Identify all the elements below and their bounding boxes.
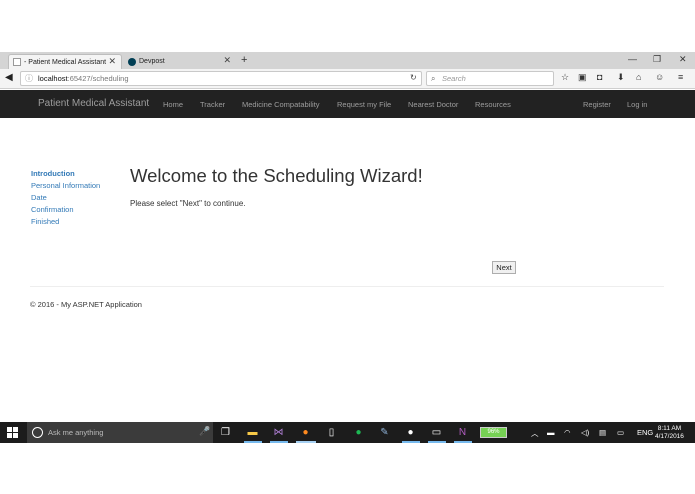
back-arrow-icon[interactable]: ◀ (5, 72, 13, 83)
close-icon[interactable]: ✕ (108, 56, 116, 67)
step-date[interactable]: Date (31, 192, 131, 204)
active-app-indicator (244, 441, 262, 443)
document-icon[interactable]: ▯ (325, 426, 338, 439)
footer-divider (30, 286, 664, 287)
step-confirmation[interactable]: Confirmation (31, 204, 131, 216)
cortana-placeholder: Ask me anything (48, 428, 104, 437)
active-app-indicator (428, 441, 446, 443)
wizard-steps: Introduction Personal Information Date C… (31, 168, 131, 228)
active-app-indicator (402, 441, 420, 443)
page-icon (13, 58, 21, 66)
menu-icon[interactable]: ≡ (678, 72, 683, 82)
chevron-up-icon[interactable]: ︿ (531, 428, 539, 439)
active-app-indicator (296, 441, 316, 443)
firefox-icon[interactable]: ● (299, 426, 312, 439)
nav-request-my-file[interactable]: Request my File (337, 100, 391, 109)
restore-icon[interactable]: ❐ (653, 54, 661, 65)
download-icon[interactable]: ⬇ (617, 72, 625, 83)
screen: - Patient Medical Assistant ✕ Devpost ✕ … (0, 0, 695, 494)
wifi-icon[interactable]: ◠ (564, 428, 571, 437)
clock-time: 8:11 AM (657, 425, 682, 432)
battery-meter[interactable]: 96% (480, 427, 507, 438)
home-icon[interactable]: ⌂ (636, 72, 641, 82)
tab-title: Devpost (139, 58, 165, 65)
wizard-instructions: Please select "Next" to continue. (130, 199, 246, 208)
nav-register[interactable]: Register (583, 100, 611, 109)
keyboard-icon[interactable]: ▭ (617, 428, 624, 437)
battery-icon[interactable]: ▬ (547, 428, 555, 437)
new-tab-button[interactable]: + (241, 54, 247, 66)
volume-icon[interactable]: ◁) (581, 428, 589, 437)
terminal-icon[interactable]: ▭ (430, 426, 443, 439)
devpost-icon (128, 57, 136, 66)
notification-icon[interactable]: ▤ (599, 428, 606, 437)
tab-patient-medical-assistant[interactable]: - Patient Medical Assistant ✕ (8, 54, 122, 69)
task-view-icon[interactable]: ❐ (219, 426, 232, 439)
reload-icon[interactable]: ↻ (410, 73, 417, 82)
url-bar[interactable]: ⓘ localhost:65427/scheduling (20, 71, 422, 86)
nav-tracker[interactable]: Tracker (200, 100, 225, 109)
tab-devpost[interactable]: Devpost ✕ (124, 54, 236, 69)
footer-copyright: © 2016 - My ASP.NET Application (30, 300, 142, 309)
url-path: :65427/scheduling (67, 74, 129, 83)
nav-home[interactable]: Home (163, 100, 183, 109)
github-icon[interactable]: ● (404, 426, 417, 439)
nav-nearest-doctor[interactable]: Nearest Doctor (408, 100, 458, 109)
visual-studio-icon[interactable]: ⋈ (272, 426, 285, 439)
info-icon[interactable]: ⓘ (25, 72, 33, 85)
next-button[interactable]: Next (492, 261, 516, 274)
site-navbar: Patient Medical Assistant Home Tracker M… (0, 90, 695, 118)
notepad-icon[interactable]: ✎ (378, 426, 391, 439)
active-app-indicator (270, 441, 288, 443)
cortana-icon (32, 427, 43, 438)
window-close-icon[interactable]: ✕ (679, 54, 687, 65)
step-personal-information[interactable]: Personal Information (31, 180, 131, 192)
cortana-search-box[interactable]: Ask me anything 🎤 (27, 422, 213, 443)
language-indicator[interactable]: ENG (637, 428, 653, 437)
active-app-indicator (454, 441, 472, 443)
step-introduction[interactable]: Introduction (31, 168, 131, 180)
smiley-icon[interactable]: ☺ (655, 72, 664, 82)
browser-tab-strip: - Patient Medical Assistant ✕ Devpost ✕ (0, 52, 695, 69)
bookmark-star-icon[interactable]: ☆ (561, 72, 569, 83)
browser-search-input[interactable]: ⌕ Search (426, 71, 554, 86)
clock-date: 4/17/2016 (655, 433, 684, 440)
file-explorer-icon[interactable]: ▬ (246, 426, 259, 439)
nav-resources[interactable]: Resources (475, 100, 511, 109)
clock[interactable]: 8:11 AM 4/17/2016 (655, 425, 684, 441)
clipboard-icon[interactable]: ▣ (578, 72, 587, 83)
microphone-icon[interactable]: 🎤 (199, 426, 210, 437)
windows-start-icon[interactable] (7, 427, 18, 438)
wizard-title: Welcome to the Scheduling Wizard! (130, 165, 423, 186)
minimize-icon[interactable]: — (628, 54, 637, 64)
pocket-icon[interactable]: ◘ (597, 72, 602, 82)
onenote-icon[interactable]: N (456, 426, 469, 439)
search-icon: ⌕ (431, 74, 436, 83)
close-icon[interactable]: ✕ (223, 55, 231, 66)
site-brand[interactable]: Patient Medical Assistant (38, 98, 149, 109)
tab-title: - Patient Medical Assistant (24, 58, 107, 66)
step-finished[interactable]: Finished (31, 216, 131, 228)
browser-toolbar: ◀ ⓘ localhost:65427/scheduling ↻ ⌕ Searc… (0, 69, 695, 89)
search-placeholder: Search (442, 74, 466, 83)
nav-log-in[interactable]: Log in (627, 100, 647, 109)
url-host: localhost (38, 74, 68, 83)
taskbar: Ask me anything 🎤 ❐ ▬ ⋈ ● ▯ ● ✎ ● ▭ N 96… (0, 422, 695, 443)
spotify-icon[interactable]: ● (352, 426, 365, 439)
nav-medicine-compatability[interactable]: Medicine Compatability (242, 100, 320, 109)
